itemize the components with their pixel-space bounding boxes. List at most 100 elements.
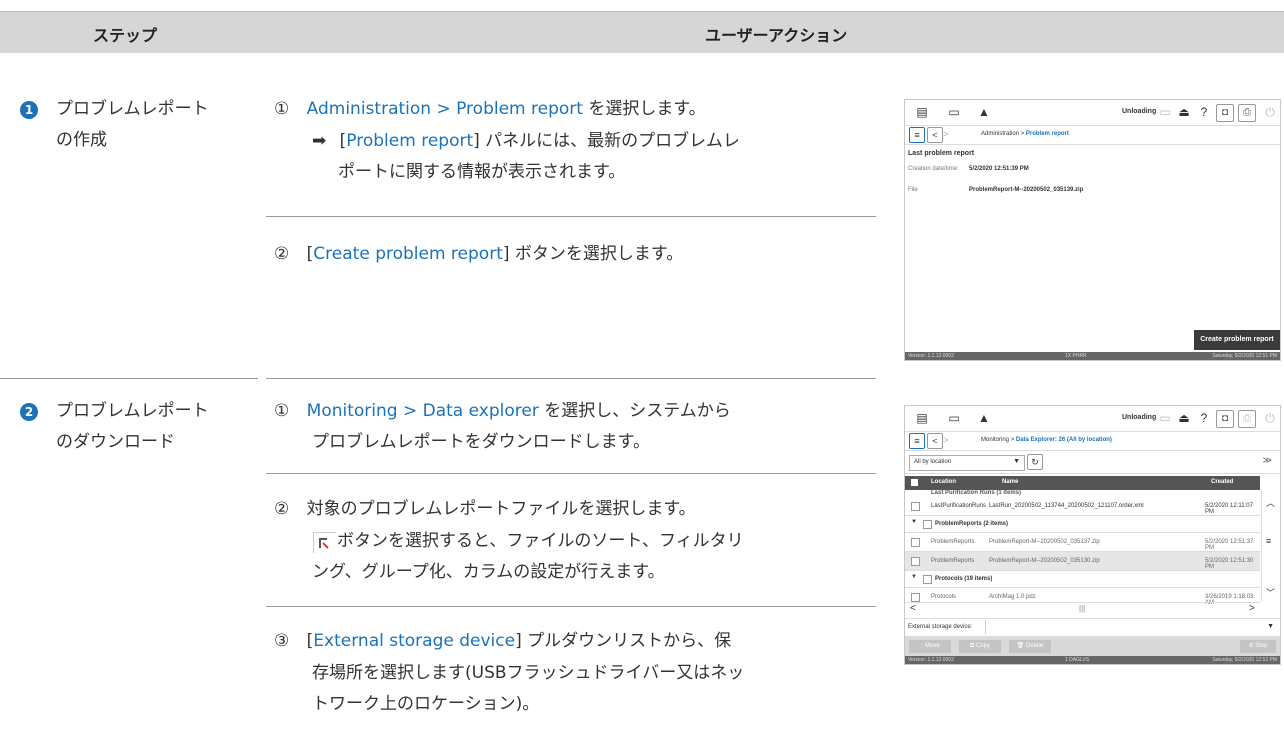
help-icon: ? [1200,105,1208,119]
step-1-action-1: ① Administration > Problem report を選択します… [274,99,706,119]
refresh-icon[interactable]: ↻ [1027,454,1043,470]
divider [266,473,876,474]
message-icon: ▭ [948,411,960,425]
toolbar: ▤ ▭ ▲ Unloading ▭ ⏏ ? ◘ ⎙ ⏻ [905,406,1280,432]
step-2-note-line1: ボタンを選択すると、ファイルのソート、フィルタリ [337,531,744,551]
created-value: 5/2/2020 12:51:39 PM [969,166,1029,172]
group-checkbox[interactable] [923,575,932,584]
expand-icon[interactable]: ▼ [911,574,917,580]
status-footer: Version: 1.1.12.0002 1 DAGLVS Saturday, … [905,656,1280,664]
table-row[interactable]: ProblemReports ProblemReport-M--20200502… [905,552,1260,571]
step-2-title: プロブレムレポート のダウンロード [56,401,209,452]
table-header-row: Location Name Created [905,476,1260,490]
camera-icon[interactable]: ◘ [1216,104,1234,122]
stop-button[interactable]: ⊘ Stop [1240,640,1276,653]
move-button[interactable]: ↑ Move [909,640,951,653]
collapse-icon[interactable]: ≫ [1263,455,1272,466]
user-icon: ▲ [978,411,990,425]
step-1-result: ➡ [Problem report] パネルには、最新のプロブレムレ [312,131,740,151]
power-icon[interactable]: ⏻ [1263,411,1277,425]
table-header: ステップ ユーザーアクション [0,11,1284,53]
copy-button[interactable]: ⧉ Copy [959,640,1001,653]
step-2-action-3: ③ [External storage device] プルダウンリストから、保 [274,631,732,651]
problem-report-screenshot: ▤ ▭ ▲ Unloading ▭ ⏏ ? ◘ ⎙ ⏻ ≡ < > Admini… [904,99,1281,361]
dropdown-arrow-icon: ▼ [1267,623,1274,630]
group-row[interactable]: ▼ Protocols (19 items) [905,571,1260,588]
menu-icon[interactable]: ≡ [909,127,925,143]
step-1-number: 1 [20,101,38,119]
vertical-scrollbar[interactable]: ︿ ≡ ﹀ [1261,490,1280,602]
step-2-number: 2 [20,403,38,421]
clipboard-icon: ▤ [916,105,928,119]
forward-icon[interactable]: > [943,129,948,139]
divider [266,606,876,607]
clipboard-icon: ▤ [916,411,928,425]
tray-icon: ▭ [1159,411,1171,425]
row-checkbox[interactable] [911,538,920,547]
unloading-status: Unloading [1122,414,1157,421]
step-2-action-1: ① Monitoring > Data explorer を選択し、システムから [274,401,731,421]
table-row[interactable]: LastPurificationRuns LastRun_20200502_11… [905,497,1260,516]
printer-icon[interactable]: ⎙ [1238,410,1256,428]
message-icon: ▭ [948,105,960,119]
step-1-action-2: ② [Create problem report] ボタンを選択します。 [274,244,684,264]
action-bar: ↑ Move ⧉ Copy 🗑 Delete ⊘ Stop [905,637,1280,656]
eject-icon: ⏏ [1178,105,1190,119]
row-checkbox[interactable] [911,593,920,602]
row-checkbox[interactable] [911,502,920,511]
camera-icon[interactable]: ◘ [1216,410,1234,428]
unloading-status: Unloading [1122,108,1157,115]
printer-icon[interactable]: ⎙ [1238,104,1256,122]
header-step: ステップ [93,26,158,45]
forward-icon[interactable]: > [943,435,948,445]
filter-bar: All by location ▼ ↻ ≫ [905,451,1280,474]
dropdown-arrow-icon: ▼ [1013,458,1020,465]
scroll-left-icon[interactable]: < [910,603,916,614]
nav-bar: ≡ < > Administration > Problem report [905,126,1280,145]
group-row[interactable]: ▼ ProblemReports (2 items) [905,516,1260,533]
scroll-grip-icon[interactable]: ≡ [1266,536,1271,546]
nav-bar: ≡ < > Monitoring > Data Explorer: 26 (Al… [905,432,1280,451]
divider [266,216,876,217]
scroll-up-icon[interactable]: ︿ [1266,496,1275,509]
scroll-grip-icon[interactable]: ||| [1079,604,1085,613]
delete-button[interactable]: 🗑 Delete [1009,640,1051,653]
table-row[interactable]: ProblemReports ProblemReport-M--20200502… [905,533,1260,552]
group-checkbox[interactable] [923,520,932,529]
step-2-note-line2: ング、グループ化、カラムの設定が行えます。 [312,562,665,582]
toolbar: ▤ ▭ ▲ Unloading ▭ ⏏ ? ◘ ⎙ ⏻ [905,100,1280,126]
back-icon[interactable]: < [927,127,943,143]
menu-path-link: Monitoring > Data explorer [306,401,539,421]
table-row[interactable]: Protocols ArchiMag 1.0.pdz 3/26/2019 1:1… [905,588,1260,606]
user-icon: ▲ [978,105,990,119]
file-label: File [908,187,918,193]
breadcrumb: Monitoring > Data Explorer: 26 (All by l… [981,437,1112,443]
back-icon[interactable]: < [927,433,943,449]
arrow-icon: ➡ [312,131,327,151]
row-checkbox[interactable] [911,557,920,566]
file-value: ProblemReport-M--20200502_035139.zip [969,187,1084,193]
panel-title: Last problem report [908,150,975,157]
horizontal-scrollbar[interactable]: < ||| > [905,602,1260,617]
step-2-action-1-line2: プロブレムレポートをダウンロードします。 [312,432,650,452]
breadcrumb: Administration > Problem report [981,131,1069,137]
created-label: Creation date/time: [908,166,959,172]
menu-path-link: Administration > Problem report [306,99,583,119]
step-2-action-2: ② 対象のプロブレムレポートファイルを選択します。 [274,499,696,519]
power-icon[interactable]: ⏻ [1263,105,1277,119]
expand-icon[interactable]: ▼ [911,519,917,525]
divider [0,378,258,379]
menu-icon[interactable]: ≡ [909,433,925,449]
step-1-result-line2: ポートに関する情報が表示されます。 [338,162,626,182]
help-icon: ? [1200,411,1208,425]
external-storage-dropdown[interactable]: ▼ [985,620,1278,634]
header-user-action: ユーザーアクション [705,26,848,45]
create-problem-report-button[interactable]: Create problem report [1194,330,1280,350]
step-2-action-3-line3: トワーク上のロケーション)。 [312,694,540,714]
scroll-down-icon[interactable]: ﹀ [1266,586,1275,599]
location-filter-dropdown[interactable]: All by location ▼ [909,455,1025,471]
select-all-checkbox[interactable] [911,479,918,486]
tray-icon: ▭ [1159,105,1171,119]
eject-icon: ⏏ [1178,411,1190,425]
scroll-right-icon[interactable]: > [1249,603,1255,614]
